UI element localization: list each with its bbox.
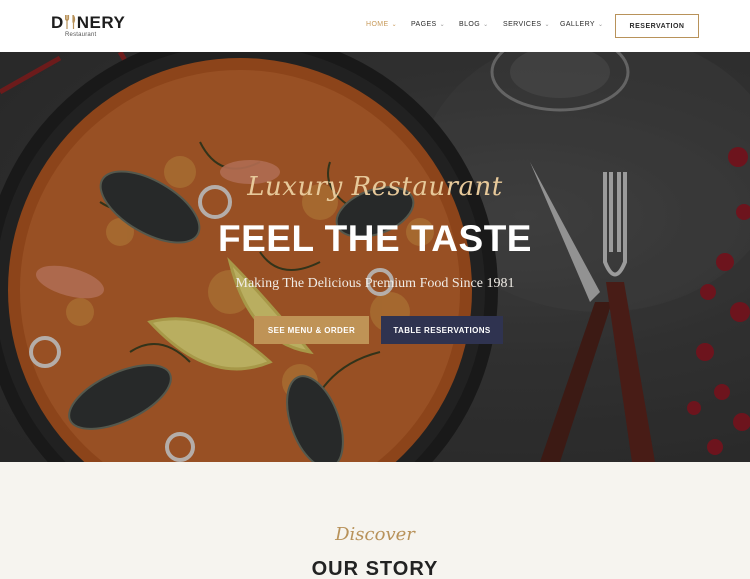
- table-reservations-button[interactable]: TABLE RESERVATIONS: [381, 316, 503, 344]
- site-header: D NERY Restaurant HOME ⌄ PAGES ⌄ BLOG ⌄ SERV…: [0, 0, 750, 52]
- nav-item-home[interactable]: HOME ⌄: [366, 21, 397, 28]
- nav-label: GALLERY: [560, 21, 595, 28]
- logo-letters: NERY: [76, 13, 126, 32]
- nav-item-pages[interactable]: PAGES ⌄: [411, 21, 445, 28]
- hero-subtitle: Making The Delicious Premium Food Since …: [235, 276, 515, 291]
- logo-tagline: Restaurant: [65, 32, 97, 38]
- hero-script-title: Luxury Restaurant: [247, 172, 503, 202]
- nav-item-blog[interactable]: BLOG ⌄: [459, 21, 489, 28]
- nav-label: BLOG: [459, 21, 481, 28]
- hero-title: FEEL THE TASTE: [218, 218, 532, 259]
- chevron-down-icon: ⌄: [391, 22, 398, 28]
- story-title: OUR STORY: [311, 558, 439, 579]
- nav-label: PAGES: [411, 21, 437, 28]
- chevron-down-icon: ⌄: [544, 22, 550, 28]
- logo[interactable]: D NERY Restaurant: [51, 13, 125, 41]
- hero-section: Luxury Restaurant FEEL THE TASTE Making …: [0, 52, 750, 462]
- nav-item-gallery[interactable]: GALLERY ⌄: [560, 21, 603, 28]
- see-menu-button[interactable]: SEE MENU & ORDER: [254, 316, 369, 344]
- nav-label: HOME: [366, 21, 389, 28]
- reservation-button[interactable]: RESERVATION: [615, 14, 699, 38]
- chevron-down-icon: ⌄: [597, 22, 604, 28]
- nav-item-services[interactable]: SERVICES ⌄: [503, 21, 550, 28]
- nav-label: SERVICES: [503, 21, 542, 28]
- story-section: Discover OUR STORY: [0, 462, 750, 579]
- story-script-title: Discover: [335, 524, 415, 545]
- fork-knife-icon: [64, 15, 75, 29]
- logo-wordmark: D NERY: [51, 13, 125, 33]
- logo-letter: D: [51, 13, 64, 32]
- chevron-down-icon: ⌄: [483, 22, 489, 28]
- chevron-down-icon: ⌄: [439, 22, 446, 28]
